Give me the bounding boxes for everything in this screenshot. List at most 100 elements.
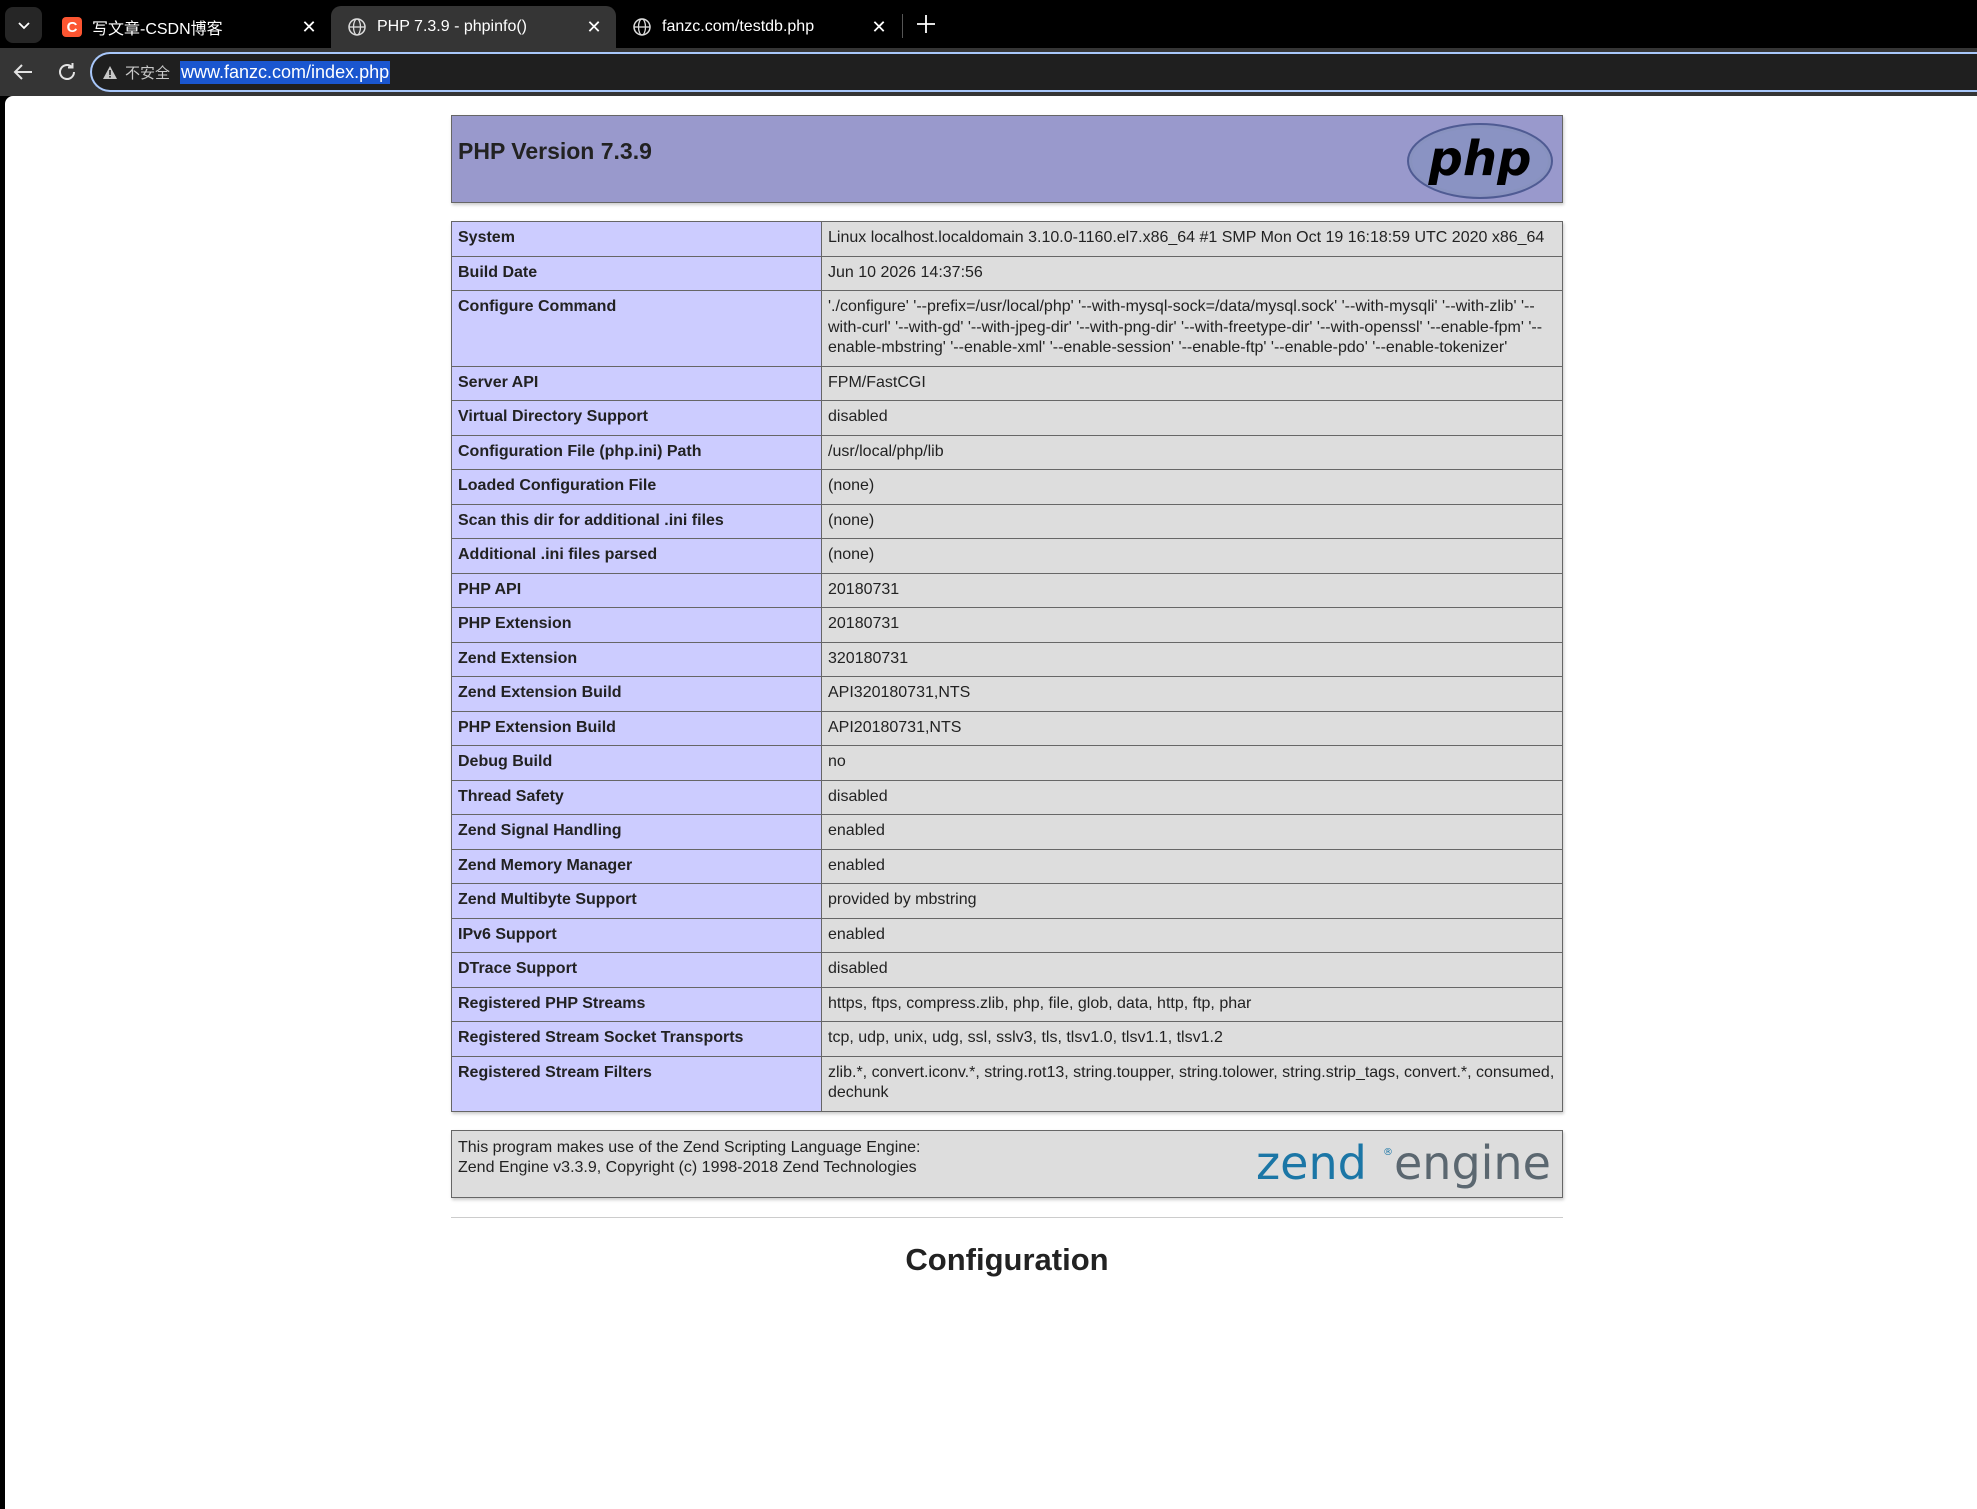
table-row: Registered Stream Socket Transports tcp, … xyxy=(451,1021,1563,1057)
tab-title: 写文章-CSDN博客 xyxy=(92,21,223,38)
info-value: (none) xyxy=(821,503,1563,539)
info-value: zlib.*, convert.iconv.*, string.rot13, s… xyxy=(821,1055,1563,1112)
info-value: API320180731,NTS xyxy=(821,676,1563,712)
page-title: PHP Version 7.3.9 xyxy=(458,138,652,164)
table-row: PHP Extension Build API20180731,NTS xyxy=(451,710,1563,746)
info-key: Debug Build xyxy=(451,745,822,781)
table-row: Scan this dir for additional .ini files(… xyxy=(451,503,1563,539)
zend-logo-word: zend xyxy=(1256,1136,1367,1190)
info-key: Configuration File (php.ini) Path xyxy=(451,434,822,470)
info-value: FPM/FastCGI xyxy=(821,365,1563,401)
info-key: Zend Extension Build xyxy=(451,676,822,712)
info-value: disabled xyxy=(821,952,1563,988)
warning-icon xyxy=(103,65,117,79)
info-value: API20180731,NTS xyxy=(821,710,1563,746)
info-value: https, ftps, compress.zlib, php, file, g… xyxy=(821,986,1563,1022)
reload-icon xyxy=(59,63,75,80)
table-row: Registered Stream Filters zlib.*, convert… xyxy=(451,1055,1563,1112)
close-icon[interactable]: ✕ xyxy=(299,17,319,37)
table-row: DTrace Support disabled xyxy=(451,952,1563,988)
info-key: DTrace Support xyxy=(451,952,822,988)
info-value: /usr/local/php/lib xyxy=(821,434,1563,470)
back-button[interactable] xyxy=(8,57,38,87)
info-value: no xyxy=(821,745,1563,781)
tab-title: PHP 7.3.9 - phpinfo() xyxy=(377,18,528,35)
chevron-down-icon xyxy=(17,22,30,30)
info-key: Loaded Configuration File xyxy=(451,469,822,505)
info-key: System xyxy=(451,221,822,257)
table-row: Additional .ini files parsed (none) xyxy=(451,538,1563,574)
table-row: Zend Extension 320180731 xyxy=(451,641,1563,677)
table-row: Zend Multibyte Support provided by mbstri… xyxy=(451,883,1563,919)
info-value: (none) xyxy=(821,538,1563,574)
table-row: Zend Signal Handling enabled xyxy=(451,814,1563,850)
section-divider xyxy=(451,1216,1563,1218)
zend-engine-logo[interactable]: zend ® engine xyxy=(1256,1135,1556,1195)
tab-strip: C 写文章-CSDN博客 ✕ PHP 7.3.9 - phpinfo() ✕ f… xyxy=(0,0,1977,48)
info-key: Registered Stream Socket Transports xyxy=(451,1021,822,1057)
globe-icon xyxy=(347,17,367,37)
table-row: Zend Memory Manager enabled xyxy=(451,848,1563,884)
info-key: Zend Extension xyxy=(451,641,822,677)
info-value: enabled xyxy=(821,917,1563,953)
engine-logo-word: engine xyxy=(1394,1136,1551,1190)
browser-toolbar: 不安全 www.fanzc.com/index.php xyxy=(0,48,1977,96)
info-key: Registered PHP Streams xyxy=(451,986,822,1022)
info-key: Server API xyxy=(451,365,822,401)
info-value: provided by mbstring xyxy=(821,883,1563,919)
info-key: Registered Stream Filters xyxy=(451,1055,822,1112)
info-key: Build Date xyxy=(451,255,822,291)
url-text[interactable]: www.fanzc.com/index.php xyxy=(180,60,391,84)
table-row: Server API FPM/FastCGI xyxy=(451,365,1563,401)
registered-icon: ® xyxy=(1383,1147,1393,1158)
info-value: Jun 10 2026 14:37:56 xyxy=(821,255,1563,291)
security-label: 不安全 xyxy=(125,64,171,82)
table-row: Thread Safety disabled xyxy=(451,779,1563,815)
new-tab-button[interactable] xyxy=(912,10,940,38)
tab-search-button[interactable] xyxy=(5,7,42,43)
table-row: Debug Build no xyxy=(451,745,1563,781)
info-value: './configure' '--prefix=/usr/local/php' … xyxy=(821,290,1563,367)
table-row: Configuration File (php.ini) Path/usr/lo… xyxy=(451,434,1563,470)
info-value: 20180731 xyxy=(821,572,1563,608)
info-key: PHP API xyxy=(451,572,822,608)
address-bar[interactable]: 不安全 www.fanzc.com/index.php xyxy=(90,52,1977,92)
phpinfo-container: PHP Version 7.3.9 php System Linux localh… xyxy=(451,115,1563,1278)
globe-icon xyxy=(632,17,652,37)
close-icon[interactable]: ✕ xyxy=(869,17,889,37)
table-row: Zend Extension Build API320180731,NTS xyxy=(451,676,1563,712)
info-key: PHP Extension Build xyxy=(451,710,822,746)
tab-phpinfo[interactable]: PHP 7.3.9 - phpinfo() ✕ xyxy=(331,6,616,48)
csdn-icon: C xyxy=(62,17,82,37)
close-icon[interactable]: ✕ xyxy=(584,17,604,37)
tab-title: fanzc.com/testdb.php xyxy=(662,18,815,35)
info-value: 20180731 xyxy=(821,607,1563,643)
tab-testdb[interactable]: fanzc.com/testdb.php ✕ xyxy=(616,6,901,48)
tab-csdn[interactable]: C 写文章-CSDN博客 ✕ xyxy=(46,6,331,48)
info-key: IPv6 Support xyxy=(451,917,822,953)
php-logo[interactable]: php xyxy=(1406,122,1554,200)
table-row: System Linux localhost.localdomain 3.10.0… xyxy=(451,221,1563,257)
table-row: Registered PHP Streams https, ftps, compr… xyxy=(451,986,1563,1022)
security-indicator[interactable]: 不安全 xyxy=(102,62,170,83)
info-key: PHP Extension xyxy=(451,607,822,643)
zend-engine-box: This program makes use of the Zend Scrip… xyxy=(451,1129,1563,1198)
info-value: 320180731 xyxy=(821,641,1563,677)
plus-icon xyxy=(917,15,935,33)
php-logo-text: php xyxy=(1428,131,1532,187)
info-value: tcp, udp, unix, udg, ssl, sslv3, tls, tl… xyxy=(821,1021,1563,1057)
info-key: Virtual Directory Support xyxy=(451,400,822,436)
info-value: disabled xyxy=(821,400,1563,436)
page-viewport: PHP Version 7.3.9 php System Linux localh… xyxy=(5,96,1977,1509)
table-row: Build Date Jun 10 2026 14:37:56 xyxy=(451,255,1563,291)
arrow-left-icon xyxy=(13,64,32,80)
php-info-table: System Linux localhost.localdomain 3.10.0… xyxy=(451,221,1563,1112)
info-value: enabled xyxy=(821,814,1563,850)
php-version-header: PHP Version 7.3.9 php xyxy=(451,115,1563,203)
table-row: Virtual Directory Support disabled xyxy=(451,400,1563,436)
info-key: Thread Safety xyxy=(451,779,822,815)
table-row: IPv6 Support enabled xyxy=(451,917,1563,953)
info-value: enabled xyxy=(821,848,1563,884)
table-row: PHP Extension 20180731 xyxy=(451,607,1563,643)
reload-button[interactable] xyxy=(52,57,82,87)
